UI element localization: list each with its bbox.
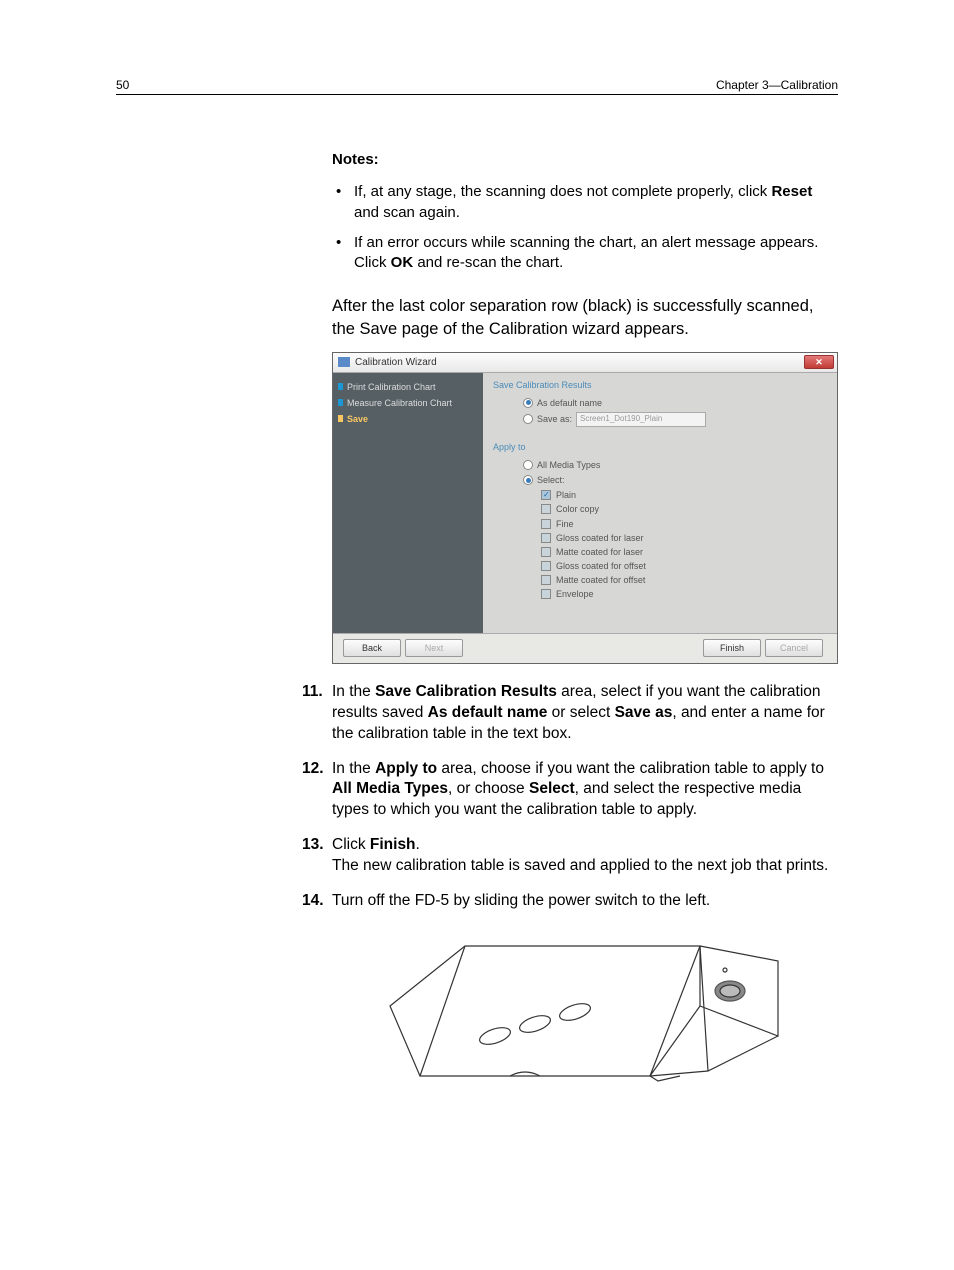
wizard-title: Calibration Wizard <box>355 356 437 370</box>
wizard-titlebar: Calibration Wizard ✕ <box>333 353 837 373</box>
media-checkbox[interactable]: Matte coated for offset <box>541 574 827 586</box>
step-13: 13. Click Finish. The new calibration ta… <box>332 835 838 877</box>
step-text: In the <box>332 683 375 700</box>
wizard-body: Print Calibration Chart Measure Calibrat… <box>333 373 837 633</box>
notes-list: If, at any stage, the scanning does not … <box>332 182 838 273</box>
finish-button[interactable]: Finish <box>703 639 761 657</box>
device-svg <box>380 926 790 1082</box>
step-text: In the <box>332 760 375 777</box>
note-item: If, at any stage, the scanning does not … <box>332 182 838 223</box>
step-text: or select <box>547 704 614 721</box>
checkbox-label: Fine <box>556 518 574 530</box>
radio-select-media[interactable]: Select: <box>523 474 827 486</box>
step-bold: Finish <box>370 836 416 853</box>
step-bold: Save Calibration Results <box>375 683 557 700</box>
media-checkbox[interactable]: Fine <box>541 518 827 530</box>
checkbox-icon[interactable] <box>541 575 551 585</box>
checkbox-label: Envelope <box>556 588 594 600</box>
save-as-textbox[interactable]: Screen1_Dot190_Plain <box>576 412 706 427</box>
media-checkbox[interactable]: Gloss coated for laser <box>541 532 827 544</box>
device-illustration <box>380 926 790 1082</box>
step-12: 12. In the Apply to area, choose if you … <box>332 759 838 822</box>
checkbox-label: Gloss coated for laser <box>556 532 644 544</box>
numbered-steps: 11. In the Save Calibration Results area… <box>332 682 838 912</box>
radio-default-name[interactable]: As default name <box>523 397 827 409</box>
wizard-footer: Back Next Finish Cancel <box>333 633 837 663</box>
radio-icon[interactable] <box>523 414 533 424</box>
sidebar-item-print-chart[interactable]: Print Calibration Chart <box>333 379 483 395</box>
radio-icon[interactable] <box>523 475 533 485</box>
sidebar-item-measure-chart[interactable]: Measure Calibration Chart <box>333 395 483 411</box>
radio-icon[interactable] <box>523 398 533 408</box>
step-bold: All Media Types <box>332 780 448 797</box>
note-bold: Reset <box>771 183 812 200</box>
step-bold: Save as <box>615 704 673 721</box>
checkbox-icon[interactable] <box>541 490 551 500</box>
step-11: 11. In the Save Calibration Results area… <box>332 682 838 745</box>
checkbox-icon[interactable] <box>541 589 551 599</box>
step-bold: As default name <box>428 704 548 721</box>
intro-paragraph: After the last color separation row (bla… <box>332 295 838 340</box>
note-item: If an error occurs while scanning the ch… <box>332 233 838 274</box>
step-text: . <box>416 836 420 853</box>
header-divider <box>116 94 838 95</box>
wizard-sidebar: Print Calibration Chart Measure Calibrat… <box>333 373 483 633</box>
checkbox-icon[interactable] <box>541 533 551 543</box>
radio-icon[interactable] <box>523 460 533 470</box>
main-content: Notes: If, at any stage, the scanning do… <box>332 150 838 1082</box>
note-text: If, at any stage, the scanning does not … <box>354 183 771 200</box>
step-text: Click <box>332 836 370 853</box>
step-number: 13. <box>302 835 324 856</box>
checkbox-icon[interactable] <box>541 519 551 529</box>
cancel-button[interactable]: Cancel <box>765 639 823 657</box>
radio-label: All Media Types <box>537 459 600 471</box>
checkbox-icon[interactable] <box>541 547 551 557</box>
radio-all-media[interactable]: All Media Types <box>523 459 827 471</box>
checkbox-label: Matte coated for laser <box>556 546 643 558</box>
step-bold: Select <box>529 780 575 797</box>
calibration-wizard-window: Calibration Wizard ✕ Print Calibration C… <box>332 352 838 664</box>
page-number: 50 <box>116 78 129 92</box>
step-number: 11. <box>302 682 323 703</box>
media-checkbox[interactable]: Gloss coated for offset <box>541 560 827 572</box>
media-checkbox[interactable]: Matte coated for laser <box>541 546 827 558</box>
chapter-title: Chapter 3—Calibration <box>716 78 838 92</box>
step-text: area, choose if you want the calibration… <box>437 760 824 777</box>
back-button[interactable]: Back <box>343 639 401 657</box>
radio-label: Select: <box>537 474 565 486</box>
checkbox-icon[interactable] <box>541 561 551 571</box>
note-text: and scan again. <box>354 204 460 221</box>
media-checkbox[interactable]: Color copy <box>541 503 827 515</box>
apply-to-label: Apply to <box>493 441 827 453</box>
step-substep: The new calibration table is saved and a… <box>332 856 838 877</box>
radio-save-as[interactable]: Save as: Screen1_Dot190_Plain <box>523 412 827 427</box>
next-button[interactable]: Next <box>405 639 463 657</box>
checkbox-label: Gloss coated for offset <box>556 560 646 572</box>
radio-label: As default name <box>537 397 602 409</box>
sidebar-item-save[interactable]: Save <box>333 411 483 427</box>
step-text: , or choose <box>448 780 529 797</box>
wizard-main-panel: Save Calibration Results As default name… <box>483 373 837 633</box>
step-14: 14. Turn off the FD-5 by sliding the pow… <box>332 891 838 912</box>
window-icon <box>338 357 350 367</box>
note-bold: OK <box>391 254 414 271</box>
step-text: Turn off the FD-5 by sliding the power s… <box>332 892 710 909</box>
checkbox-icon[interactable] <box>541 504 551 514</box>
step-bold: Apply to <box>375 760 437 777</box>
close-icon[interactable]: ✕ <box>804 355 834 369</box>
media-checkbox[interactable]: Envelope <box>541 588 827 600</box>
radio-label: Save as: <box>537 413 572 425</box>
step-number: 14. <box>302 891 324 912</box>
media-checkbox-plain[interactable]: Plain <box>541 489 827 501</box>
notes-heading: Notes: <box>332 150 838 170</box>
note-text: and re-scan the chart. <box>413 254 563 271</box>
step-number: 12. <box>302 759 324 780</box>
checkbox-label: Color copy <box>556 503 599 515</box>
checkbox-label: Plain <box>556 489 576 501</box>
checkbox-label: Matte coated for offset <box>556 574 645 586</box>
save-results-label: Save Calibration Results <box>493 379 827 391</box>
